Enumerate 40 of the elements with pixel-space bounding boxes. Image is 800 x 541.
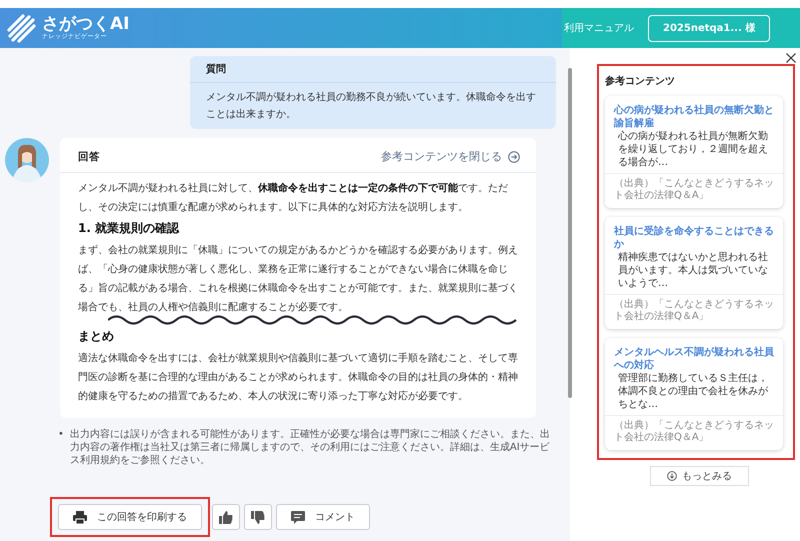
reference-summary: 心の病が疑われる社員が無断欠勤を繰り返しており，２週間を超える場合が…	[616, 130, 769, 170]
answer-paragraph: 適法な休職命令を出すには、会社が就業規則や信義則に基づいて適切に手順を踏むこと、そして専門医の診断を基に合理的な理由があることが求められます。休職命令の目的は社員の身体的・精神的健康を守るための措置であるため、本人の状況に寄り添った丁寧な対応が必要です。	[78, 352, 519, 404]
dislike-button[interactable]	[244, 504, 272, 530]
answer-label: 回答	[78, 150, 100, 164]
answer-heading: まとめ	[78, 328, 115, 345]
bullet-mark: •	[58, 428, 64, 441]
reference-title[interactable]: 心の病が疑われる社員の無断欠勤と諭旨解雇	[605, 104, 783, 130]
disclaimer-text: 出力内容には誤りが含まれる可能性があります。正確性が必要な場合は専門家にご相談ください。また、出力内容の著作権は当社又は第三者に帰属しますので、その利用にはご注意ください。詳細は、生成AIサービス利用規約をご参照ください。	[70, 428, 550, 467]
reference-summary: 管理部に勤務しているＳ主任は，体調不良との理由で会社を休みがちとな…	[617, 372, 769, 412]
panel-title: 参考コンテンツ	[605, 74, 676, 89]
logo-title: さがつくAI	[42, 15, 130, 33]
close-button[interactable]	[786, 53, 796, 63]
printer-icon	[73, 510, 87, 524]
answer-paragraph: まず、会社の就業規則に「休職」についての規定があるかどうかを確認する必要があります。例えば、「心身の健康状態が著しく悪化し、業務を正常に遂行することができない場合に休職を命じる」旨の記載がある場合、これを根拠に休職命令を出すことが可能です。また、就業規則に基づく場合でも、社員の人権や信義則に配慮することが必要です。	[78, 244, 519, 315]
thumbs-down-icon	[251, 510, 265, 524]
print-button[interactable]: この回答を印刷する	[58, 504, 202, 530]
arrow-circle-icon	[508, 150, 520, 162]
more-button[interactable]: もっとみる	[650, 466, 749, 486]
reference-title[interactable]: 社員に受診を命令することはできるか	[605, 225, 783, 251]
answer-paragraph: メンタル不調が疑われる社員に対して、休職命令を出すことは一定の条件の下で可能です。ただし、その決定には慎重な配慮が求められます。以下に具体的な対応方法を説明します。	[78, 181, 509, 215]
comment-button[interactable]: コメント	[276, 504, 370, 530]
speech-bubble-icon	[291, 510, 305, 524]
reference-source: （出典）「こんなときどうするネット会社の法律Q＆A」	[605, 415, 783, 450]
reference-card[interactable]: 社員に受診を命令することはできるか 精神疾患ではないかと思われる社員がいます。本人は気づいていないようで… （出典）「こんなときどうするネット会社の法律Q＆A」	[605, 217, 783, 329]
reference-source: （出典）「こんなときどうするネット会社の法律Q＆A」	[605, 294, 783, 329]
down-circle-icon	[667, 471, 677, 481]
reference-card[interactable]: メンタルヘルス不調が疑われる社員への対応 管理部に勤務しているＳ主任は，体調不良との理由で会社を休みがちとな… （出典）「こんなときどうするネット会社の法律Q＆A」	[605, 338, 783, 450]
question-text: メンタル不調が疑われる社員の勤務不良が続いています。休職命令を出すことは出来ますか。	[205, 90, 537, 122]
like-button[interactable]	[212, 504, 240, 530]
reference-source: （出典）「こんなときどうするネット会社の法律Q＆A」	[605, 173, 783, 208]
reference-title[interactable]: メンタルヘルス不調が疑われる社員への対応	[605, 346, 783, 372]
thumbs-up-icon	[219, 510, 233, 524]
close-references-link[interactable]: 参考コンテンツを閉じる	[381, 149, 520, 164]
reference-card[interactable]: 心の病が疑われる社員の無断欠勤と諭旨解雇 心の病が疑われる社員が無断欠勤を繰り返しており，２週間を超える場合が… （出典）「こんなときどうするネット会社の法律Q＆A」	[605, 96, 783, 208]
answer-heading: 1. 就業規則の確認	[78, 220, 180, 237]
avatar-icon	[5, 138, 49, 182]
close-icon	[786, 53, 796, 63]
reference-summary: 精神疾患ではないかと思われる社員がいます。本人は気づいていないようで…	[617, 251, 769, 291]
question-label: 質問	[190, 56, 556, 83]
logo-icon	[6, 13, 36, 43]
